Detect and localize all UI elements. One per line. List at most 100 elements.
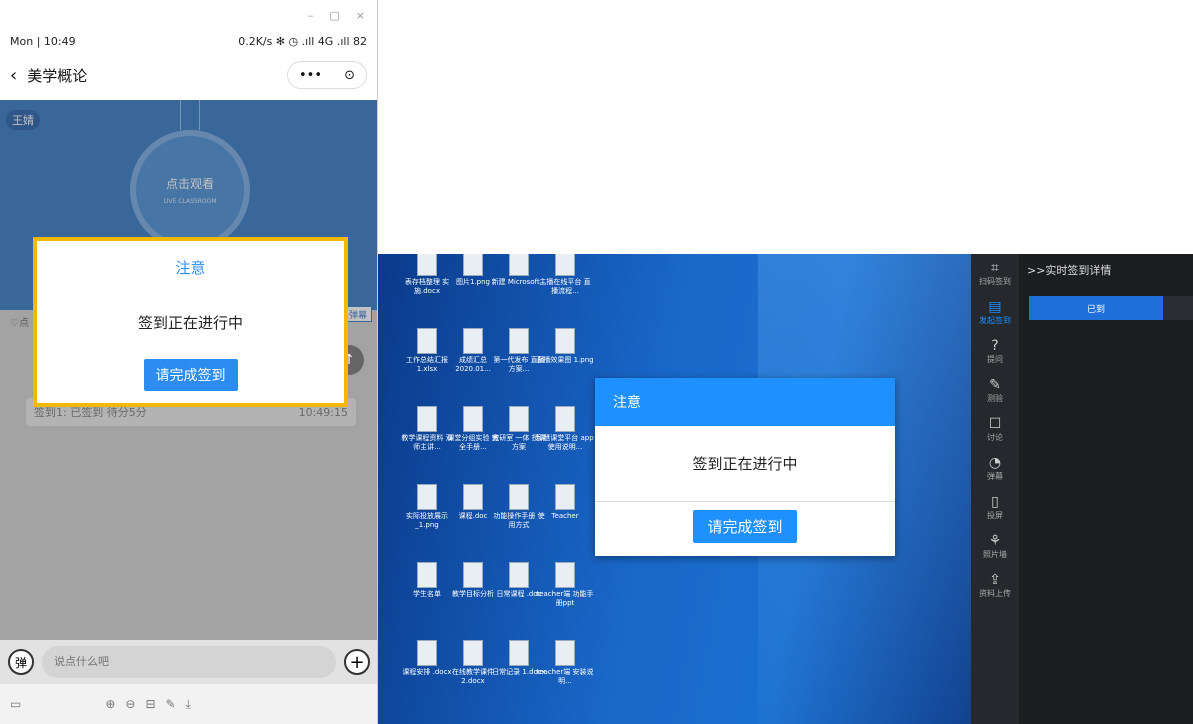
phone-screen: – ▢ × Mon | 10:49 0.2K/s ✻ ◷ .ıll 4G .ıl…: [0, 0, 378, 724]
chat-input[interactable]: [42, 646, 336, 678]
danmaku-icon[interactable]: 弹: [8, 649, 34, 675]
rail-label: 扫码签到: [979, 277, 1011, 286]
desktop-file-icon[interactable]: Teacher: [536, 484, 594, 534]
file-icon: [555, 406, 575, 432]
desktop-complete-sign-in-button[interactable]: 请完成签到: [693, 510, 797, 543]
tool-rail: ⌗ 扫码签到 ▤ 发起签到? 提问 ✎ 测验 ☐ 讨论 ◔ 弹幕 ▯ 投屏 ⚘ 照片墙 ⇪ 资料上传: [971, 254, 1019, 724]
file-icon: [555, 328, 575, 354]
rail-item[interactable]: ▯ 投屏: [987, 494, 1003, 521]
file-icon: [463, 484, 483, 510]
page-icon[interactable]: ⊟: [145, 697, 155, 712]
file-icon: [463, 562, 483, 588]
dialog-title: 注意: [175, 259, 206, 277]
tool-icons: ⊕ ⊖ ⊟ ✎ ⤓: [105, 697, 191, 712]
status-time: Mon | 10:49: [10, 34, 76, 48]
sign-in-detail-panel: >>实时签到详情 已到: [1019, 254, 1193, 724]
zoom-in-icon[interactable]: ⊕: [105, 697, 115, 712]
desktop-file-icon[interactable]: teacher端 安装说明...: [536, 640, 594, 690]
file-icon: [509, 484, 529, 510]
rail-label: 弹幕: [987, 472, 1003, 481]
desktop-dialog-footer: 请完成签到: [595, 502, 895, 543]
panel-tabs: 已到: [1029, 296, 1193, 320]
file-icon: [417, 484, 437, 510]
rail-icon: ⇪: [989, 572, 1001, 588]
rail-item[interactable]: ☐ 讨论: [987, 416, 1003, 443]
rail-icon: ☐: [988, 416, 1002, 432]
rail-item[interactable]: ✎ 测验: [987, 377, 1003, 404]
file-icon: [555, 562, 575, 588]
desktop-file-icon[interactable]: 智慧课堂平台 app使用说明...: [536, 406, 594, 456]
nav-bar: ‹ 美学概论 ••• ⊙: [0, 52, 377, 98]
file-icon: [509, 562, 529, 588]
file-icon: [509, 406, 529, 432]
rail-icon: ⌗: [991, 260, 999, 276]
file-label: 智慧课堂平台 app使用说明...: [536, 434, 594, 451]
page-title: 美学概论: [27, 66, 88, 85]
dialog-message: 签到正在进行中: [137, 314, 243, 332]
desktop-dialog-message: 签到正在进行中: [595, 426, 895, 502]
rail-icon: ✎: [989, 377, 1001, 393]
rail-item[interactable]: ? 提问: [987, 338, 1003, 365]
desktop-sign-in-dialog: 注意 签到正在进行中 请完成签到: [595, 378, 895, 556]
rail-label: 照片墙: [983, 550, 1007, 559]
panel-title: >>实时签到详情: [1027, 264, 1112, 277]
status-bar: Mon | 10:49 0.2K/s ✻ ◷ .ıll 4G .ıll 82: [0, 30, 377, 52]
desktop-file-icon[interactable]: 直播效果图 1.png: [536, 328, 594, 378]
rail-item[interactable]: ⚘ 照片墙: [983, 533, 1007, 560]
desktop-file-icon[interactable]: 主播在线平台 直播流程...: [536, 254, 594, 300]
file-label: teacher端 安装说明...: [536, 668, 594, 685]
rail-item[interactable]: ⇪ 资料上传: [979, 572, 1011, 599]
file-icon: [463, 406, 483, 432]
rail-label: 提问: [987, 355, 1003, 364]
rail-item[interactable]: ⌗ 扫码签到: [979, 260, 1011, 287]
pen-icon[interactable]: ✎: [166, 697, 176, 712]
rail-icon: ▯: [991, 494, 999, 510]
download-icon[interactable]: ⤓: [186, 697, 191, 712]
rail-icon: ?: [991, 338, 999, 354]
desktop-dialog-title: 注意: [595, 378, 895, 426]
desktop-file-icon[interactable]: teacher端 功能手册ppt: [536, 562, 594, 612]
rail-label: 发起签到: [979, 316, 1011, 325]
window-controls: – ▢ ×: [0, 0, 377, 30]
rail-label: 测验: [987, 394, 1003, 403]
file-icon: [417, 328, 437, 354]
file-icon: [509, 328, 529, 354]
complete-sign-in-button[interactable]: 请完成签到: [143, 359, 238, 391]
mini-program-capsule: ••• ⊙: [287, 61, 367, 89]
file-icon: [417, 562, 437, 588]
file-label: 直播效果图 1.png: [536, 356, 594, 364]
tab-other[interactable]: [1163, 296, 1193, 320]
close-capsule-icon[interactable]: ⊙: [344, 68, 355, 83]
maximize-button[interactable]: ▢: [329, 9, 339, 22]
file-icon: [463, 254, 483, 276]
rail-icon: ▤: [988, 299, 1002, 315]
file-label: 日常课程 .doc: [496, 590, 542, 598]
more-icon[interactable]: •••: [299, 68, 322, 83]
file-label: 主播在线平台 直播流程...: [539, 278, 591, 295]
file-icon: [509, 254, 529, 276]
rail-item[interactable]: ▤ 发起签到: [979, 299, 1011, 326]
file-icon: [417, 254, 437, 276]
bottom-toolbar: ▭ ⊕ ⊖ ⊟ ✎ ⤓: [0, 684, 377, 724]
rail-label: 资料上传: [979, 589, 1011, 598]
rail-label: 投屏: [987, 511, 1003, 520]
file-icon: [555, 640, 575, 666]
minimize-button[interactable]: –: [308, 9, 314, 22]
back-icon[interactable]: ‹: [10, 65, 17, 86]
rail-icon: ◔: [988, 455, 1002, 471]
zoom-out-icon[interactable]: ⊖: [125, 697, 135, 712]
file-icon: [463, 640, 483, 666]
file-label: 学生名单: [413, 590, 441, 598]
file-label: 图片1.png: [455, 278, 490, 286]
file-icon: [417, 406, 437, 432]
rail-label: 讨论: [987, 433, 1003, 442]
file-icon: [555, 484, 575, 510]
file-label: Teacher: [551, 512, 579, 520]
rail-icon: ⚘: [988, 533, 1002, 549]
file-label: 课程.doc: [458, 512, 488, 520]
tab-arrived[interactable]: 已到: [1029, 296, 1163, 320]
close-window-button[interactable]: ×: [356, 9, 365, 22]
screen-icon[interactable]: ▭: [10, 697, 21, 711]
plus-icon[interactable]: +: [344, 649, 370, 675]
rail-item[interactable]: ◔ 弹幕: [987, 455, 1003, 482]
